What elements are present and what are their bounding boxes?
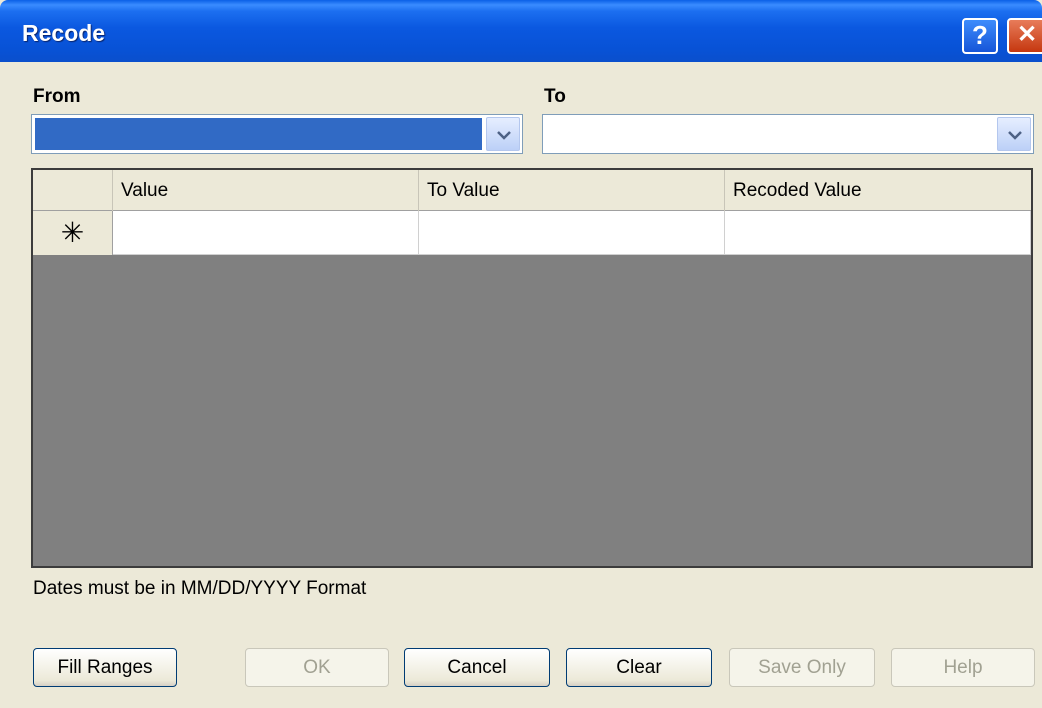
to-label: To: [544, 86, 566, 107]
window-title: Recode: [22, 20, 106, 46]
recode-grid[interactable]: Value To Value Recoded Value ✳: [31, 168, 1033, 568]
cell-to-value[interactable]: [419, 211, 725, 255]
clear-button[interactable]: Clear: [566, 648, 712, 687]
date-format-note: Dates must be in MM/DD/YYYY Format: [33, 578, 367, 599]
help-icon[interactable]: ?: [962, 18, 998, 54]
column-header-recoded-value[interactable]: Recoded Value: [725, 170, 1031, 211]
to-dropdown-button[interactable]: [997, 117, 1031, 151]
cell-recoded-value[interactable]: [725, 211, 1031, 255]
close-icon[interactable]: ✕: [1007, 18, 1042, 54]
to-dropdown[interactable]: [542, 114, 1034, 154]
from-dropdown[interactable]: [31, 114, 523, 154]
from-selected-value: [35, 118, 482, 150]
row-header-corner: [33, 170, 113, 211]
column-header-value[interactable]: Value: [113, 170, 419, 211]
ok-button[interactable]: OK: [245, 648, 389, 687]
grid-header-row: Value To Value Recoded Value: [33, 170, 1031, 211]
column-header-to-value[interactable]: To Value: [419, 170, 725, 211]
save-only-button[interactable]: Save Only: [729, 648, 875, 687]
cell-value[interactable]: [113, 211, 419, 255]
new-row-marker-icon[interactable]: ✳: [33, 211, 113, 255]
recode-dialog: Recode ? ✕ From To Value To Value Recode…: [0, 0, 1042, 708]
from-label: From: [33, 86, 81, 107]
title-bar[interactable]: Recode ? ✕: [0, 0, 1042, 62]
fill-ranges-button[interactable]: Fill Ranges: [33, 648, 177, 687]
help-button[interactable]: Help: [891, 648, 1035, 687]
from-dropdown-button[interactable]: [486, 117, 520, 151]
cancel-button[interactable]: Cancel: [404, 648, 550, 687]
chevron-down-icon: [1008, 131, 1022, 140]
chevron-down-icon: [497, 131, 511, 140]
table-row[interactable]: ✳: [33, 211, 1031, 255]
